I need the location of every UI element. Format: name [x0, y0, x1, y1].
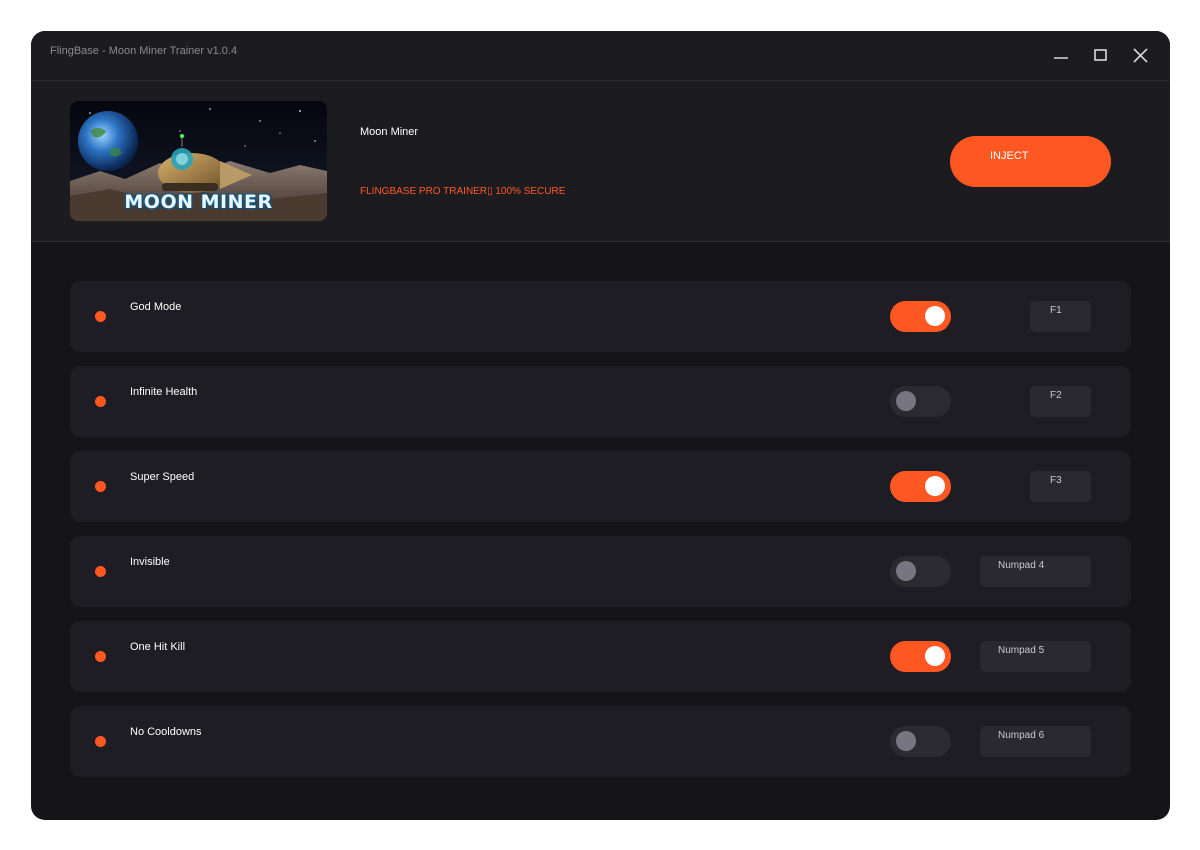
inject-button-label: INJECT	[990, 150, 1029, 162]
status-dot	[95, 311, 106, 322]
status-dot	[95, 481, 106, 492]
status-dot	[95, 396, 106, 407]
close-icon[interactable]	[1130, 45, 1152, 67]
hotkey-button[interactable]: F2	[1030, 386, 1091, 417]
cheat-row-one-hit-kill: One Hit Kill Numpad 5	[70, 621, 1131, 692]
game-title: Moon Miner	[360, 126, 419, 138]
cheat-row-invisible: Invisible Numpad 4	[70, 536, 1131, 607]
cheat-label: Invisible	[130, 556, 170, 568]
window-title: FlingBase - Moon Miner Trainer v1.0.4	[50, 45, 238, 57]
status-dot	[95, 651, 106, 662]
trainer-window: FlingBase - Moon Miner Trainer v1.0.4 MO…	[31, 31, 1170, 820]
cheat-row-infinite-health: Infinite Health F2	[70, 366, 1131, 437]
hotkey-button[interactable]: Numpad 6	[980, 726, 1091, 757]
cheat-toggle[interactable]	[890, 301, 951, 332]
hotkey-label: F1	[1050, 305, 1062, 316]
inject-button[interactable]: INJECT	[950, 136, 1111, 187]
cheat-label: God Mode	[130, 301, 182, 313]
cheat-label: Super Speed	[130, 471, 195, 483]
title-bar[interactable]: FlingBase - Moon Miner Trainer v1.0.4	[31, 31, 1170, 81]
hotkey-label: Numpad 6	[998, 730, 1045, 741]
maximize-icon[interactable]	[1090, 45, 1112, 67]
cheat-row-no-cooldowns: No Cooldowns Numpad 6	[70, 706, 1131, 777]
trainer-tagline: FLINGBASE PRO TRAINER▯ 100% SECURE	[360, 186, 566, 197]
game-header: MOON MINER Moon Miner FLINGBASE PRO TRAI…	[31, 81, 1170, 242]
hotkey-label: Numpad 5	[998, 645, 1045, 656]
cheat-row-super-speed: Super Speed F3	[70, 451, 1131, 522]
cheat-row-god-mode: God Mode F1	[70, 281, 1131, 352]
game-cover-image: MOON MINER	[70, 101, 327, 221]
hotkey-label: F2	[1050, 390, 1062, 401]
cheat-toggle[interactable]	[890, 471, 951, 502]
hotkey-label: F3	[1050, 475, 1062, 486]
toggle-knob	[925, 646, 945, 666]
hotkey-label: Numpad 4	[998, 560, 1045, 571]
toggle-knob	[925, 476, 945, 496]
hotkey-button[interactable]: Numpad 4	[980, 556, 1091, 587]
cheat-toggle[interactable]	[890, 556, 951, 587]
cheat-toggle[interactable]	[890, 726, 951, 757]
hotkey-button[interactable]: Numpad 5	[980, 641, 1091, 672]
toggle-knob	[896, 561, 916, 581]
cheat-label: Infinite Health	[130, 386, 198, 398]
minimize-icon[interactable]	[1050, 45, 1072, 67]
cheat-label: No Cooldowns	[130, 726, 202, 738]
status-dot	[95, 566, 106, 577]
cheat-toggle[interactable]	[890, 386, 951, 417]
hotkey-button[interactable]: F3	[1030, 471, 1091, 502]
toggle-knob	[896, 731, 916, 751]
cover-logo-text: MOON MINER	[124, 191, 273, 213]
cheat-toggle[interactable]	[890, 641, 951, 672]
hotkey-button[interactable]: F1	[1030, 301, 1091, 332]
toggle-knob	[925, 306, 945, 326]
status-dot	[95, 736, 106, 747]
cheat-label: One Hit Kill	[130, 641, 186, 653]
toggle-knob	[896, 391, 916, 411]
